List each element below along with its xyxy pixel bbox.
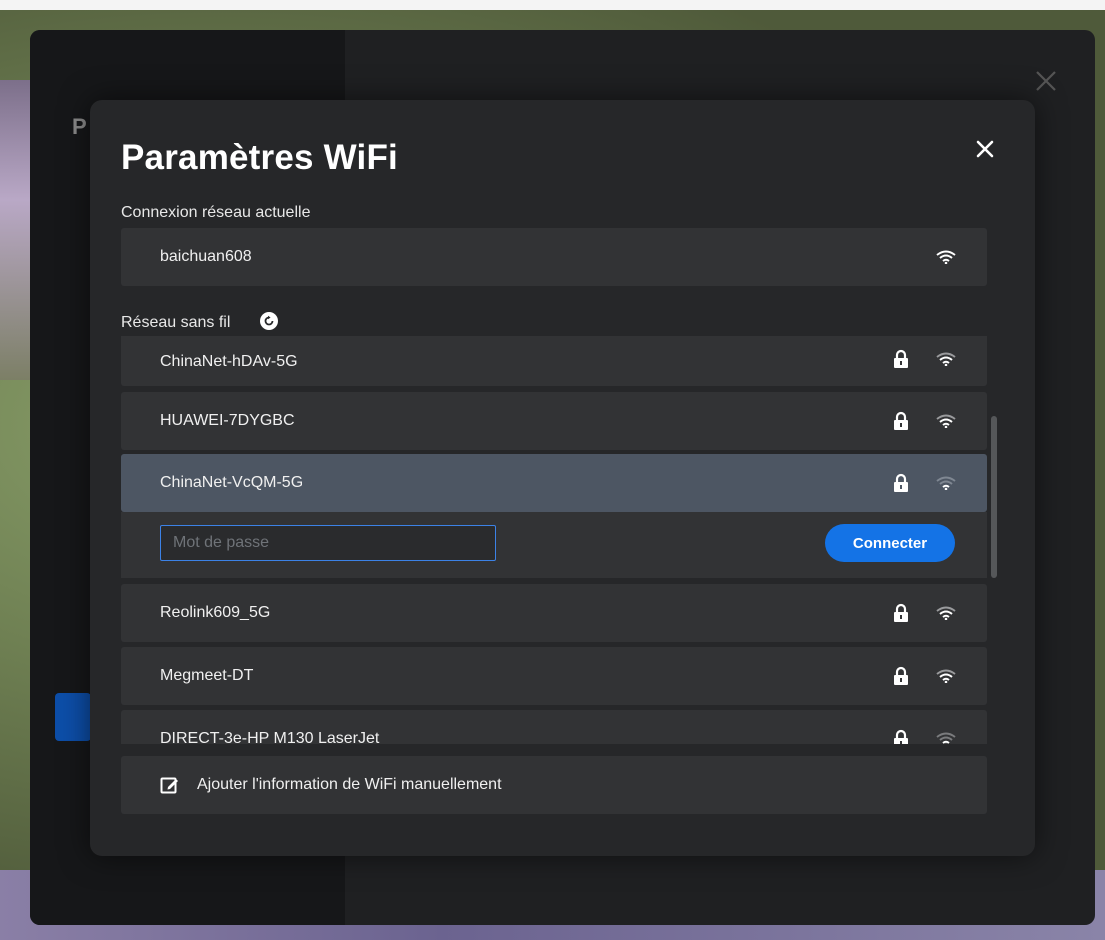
network-ssid: Reolink609_5G [160, 604, 271, 621]
network-ssid: ChinaNet-VcQM-5G [160, 474, 304, 491]
lock-icon [892, 473, 910, 493]
overlay-close-icon[interactable] [1033, 68, 1059, 94]
lock-icon [892, 603, 910, 623]
wifi-settings-dialog: Paramètres WiFi Connexion réseau actuell… [90, 100, 1035, 856]
connect-button[interactable]: Connecter [825, 524, 955, 562]
list-scrollbar[interactable] [991, 416, 997, 578]
password-input[interactable] [160, 525, 496, 561]
add-wifi-manually-label: Ajouter l'information de WiFi manuelleme… [197, 776, 502, 793]
list-item-selected[interactable]: ChinaNet-VcQM-5G [121, 454, 987, 512]
current-network-ssid: baichuan608 [160, 248, 252, 265]
lock-icon [892, 729, 910, 744]
list-item[interactable]: DIRECT-3e-HP M130 LaserJet [121, 710, 987, 744]
wifi-icon [936, 414, 956, 429]
wifi-icon [936, 606, 956, 621]
wifi-icon [936, 669, 956, 684]
wireless-networks-label: Réseau sans fil [121, 314, 231, 331]
current-connection-label: Connexion réseau actuelle [121, 204, 311, 221]
settings-overlay-title: P [72, 114, 87, 139]
settings-overlay-button[interactable] [55, 693, 91, 741]
list-item[interactable]: HUAWEI-7DYGBC [121, 392, 987, 450]
list-item[interactable]: Reolink609_5G [121, 584, 987, 642]
network-ssid: ChinaNet-hDAv-5G [160, 352, 298, 370]
password-row: Connecter [121, 512, 987, 578]
refresh-icon[interactable] [260, 312, 278, 330]
list-item[interactable]: ChinaNet-hDAv-5G [121, 336, 987, 386]
background-top-strip [0, 0, 1105, 10]
close-icon[interactable] [971, 135, 999, 163]
wifi-icon [936, 476, 956, 491]
wifi-icon [936, 352, 956, 367]
lock-icon [892, 411, 910, 431]
wifi-icon [936, 732, 956, 744]
lock-icon [892, 349, 910, 369]
edit-icon [160, 775, 180, 795]
network-ssid: HUAWEI-7DYGBC [160, 412, 295, 429]
wifi-network-list[interactable]: ChinaNet-hDAv-5G HUAWEI-7DYGBC ChinaNet-… [121, 336, 987, 744]
wifi-icon [936, 250, 956, 265]
dialog-title: Paramètres WiFi [121, 138, 398, 177]
lock-icon [892, 666, 910, 686]
current-network-row: baichuan608 [121, 228, 987, 286]
list-item[interactable]: Megmeet-DT [121, 647, 987, 705]
network-ssid: Megmeet-DT [160, 667, 254, 684]
add-wifi-manually-button[interactable]: Ajouter l'information de WiFi manuelleme… [121, 756, 987, 814]
network-ssid: DIRECT-3e-HP M130 LaserJet [160, 730, 380, 744]
